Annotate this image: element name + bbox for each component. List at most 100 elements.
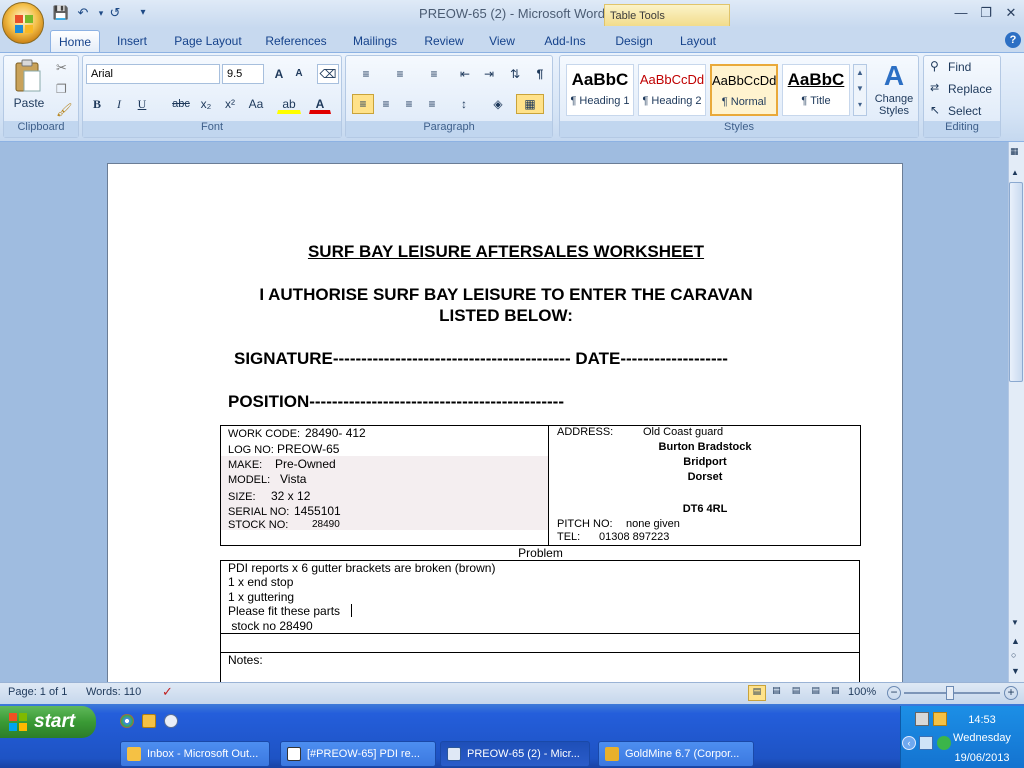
taskbar-item-goldmine[interactable]: GoldMine 6.7 (Corpor... xyxy=(598,741,754,767)
bold-button[interactable]: B xyxy=(86,94,108,114)
ruler-toggle-icon[interactable]: ▦ xyxy=(1010,146,1019,157)
line-spacing-icon[interactable]: ↕ xyxy=(450,94,478,114)
paste-button-label[interactable]: Paste xyxy=(10,96,48,110)
full-screen-reading-icon[interactable]: ▤ xyxy=(768,685,786,701)
style-normal[interactable]: AaBbCcDd ¶ Normal xyxy=(710,64,778,116)
tab-layout[interactable]: Layout xyxy=(672,30,724,52)
tab-design[interactable]: Design xyxy=(608,30,660,52)
replace-button[interactable]: Replace xyxy=(948,82,992,96)
style-name: ¶ Normal xyxy=(721,96,767,108)
taskbar-item-ticket[interactable]: [#PREOW-65] PDI re... xyxy=(280,741,436,767)
underline-button[interactable]: U xyxy=(131,94,153,114)
highlight-button[interactable]: ab xyxy=(277,94,301,114)
print-layout-icon[interactable]: ▤ xyxy=(748,685,766,701)
work-code-label: WORK CODE: xyxy=(228,428,301,440)
taskbar-item-label: PREOW-65 (2) - Micr... xyxy=(467,748,580,760)
outlook-quicklaunch-icon[interactable] xyxy=(142,714,156,728)
clear-formatting-icon[interactable]: ⌫ xyxy=(317,64,339,84)
style-title[interactable]: AaBbC ¶ Title xyxy=(782,64,850,116)
format-painter-icon[interactable]: 🖌 xyxy=(56,102,73,118)
decrease-indent-icon[interactable]: ⇤ xyxy=(454,64,476,84)
help-icon[interactable]: ? xyxy=(1005,32,1021,48)
minimize-icon[interactable]: — xyxy=(950,4,972,22)
taskbar-item-outlook[interactable]: Inbox - Microsoft Out... xyxy=(120,741,270,767)
tab-review[interactable]: Review xyxy=(418,30,470,52)
styles-gallery-scroll-icon[interactable]: ▲ ▼ ▾ xyxy=(853,64,867,116)
multilevel-list-icon[interactable]: ≡ xyxy=(420,64,448,84)
align-left-icon[interactable]: ≡ xyxy=(352,94,374,114)
change-styles-button[interactable]: Change Styles xyxy=(870,93,918,117)
strikethrough-button[interactable]: abc xyxy=(169,94,193,114)
borders-icon[interactable]: ▦ xyxy=(516,94,544,114)
model-label: MODEL: xyxy=(228,474,271,486)
align-right-icon[interactable]: ≡ xyxy=(398,94,420,114)
vertical-scroll-thumb[interactable] xyxy=(1009,182,1023,382)
change-styles-icon[interactable]: A xyxy=(872,60,916,91)
tab-insert[interactable]: Insert xyxy=(108,30,156,52)
restore-icon[interactable]: ❐ xyxy=(975,4,997,22)
proofing-icon[interactable]: ✓ xyxy=(162,684,173,700)
document-page[interactable]: SURF BAY LEISURE AFTERSALES WORKSHEET I … xyxy=(107,163,903,703)
next-page-icon[interactable]: ▼ xyxy=(1011,666,1020,676)
copy-icon[interactable]: ❐ xyxy=(56,82,67,96)
page-count[interactable]: Page: 1 of 1 xyxy=(8,686,67,698)
show-hidden-icons-icon[interactable]: ‹ xyxy=(902,736,916,750)
font-color-button[interactable]: A xyxy=(309,94,331,114)
printer-tray-icon[interactable] xyxy=(915,712,929,726)
tab-view[interactable]: View xyxy=(482,30,522,52)
paste-icon[interactable] xyxy=(12,59,44,95)
zoom-in-icon[interactable]: + xyxy=(1004,686,1018,700)
font-family-select[interactable]: Arial xyxy=(86,64,220,84)
change-case-button[interactable]: Aa xyxy=(243,94,269,114)
superscript-button[interactable]: x² xyxy=(219,94,241,114)
outline-icon[interactable]: ▤ xyxy=(807,685,825,701)
find-button[interactable]: Find xyxy=(948,60,971,74)
sort-icon[interactable]: ⇅ xyxy=(504,64,526,84)
zoom-level[interactable]: 100% xyxy=(848,686,876,698)
close-icon[interactable]: ✕ xyxy=(1000,4,1022,22)
show-marks-button[interactable]: ¶ xyxy=(530,64,550,84)
subscript-button[interactable]: x₂ xyxy=(195,94,217,114)
chrome-quicklaunch-icon[interactable] xyxy=(120,714,134,728)
word-count[interactable]: Words: 110 xyxy=(86,686,141,698)
shading-icon[interactable]: ◈ xyxy=(484,94,512,114)
tab-mailings[interactable]: Mailings xyxy=(346,30,404,52)
zoom-slider-thumb[interactable] xyxy=(946,686,954,700)
tab-home[interactable]: Home xyxy=(50,30,100,52)
clock-time[interactable]: 14:53 xyxy=(947,714,1017,726)
pitch-no-label: PITCH NO: xyxy=(557,518,613,530)
style-heading-1[interactable]: AaBbC ¶ Heading 1 xyxy=(566,64,634,116)
italic-button[interactable]: I xyxy=(108,94,130,114)
work-code-value: 28490- 412 xyxy=(305,426,366,440)
tab-page-layout[interactable]: Page Layout xyxy=(168,30,248,52)
draft-icon[interactable]: ▤ xyxy=(826,685,844,701)
cut-icon[interactable]: ✂ xyxy=(56,60,67,76)
previous-page-icon[interactable]: ▲ xyxy=(1011,636,1020,646)
scroll-down-icon[interactable]: ▼ xyxy=(1011,618,1019,627)
scroll-up-icon[interactable]: ▲ xyxy=(1011,168,1019,177)
font-size-select[interactable]: 9.5 xyxy=(222,64,264,84)
align-center-icon[interactable]: ≡ xyxy=(375,94,397,114)
tab-references[interactable]: References xyxy=(258,30,334,52)
size-value: 32 x 12 xyxy=(271,489,311,503)
browse-object-icon[interactable]: ○ xyxy=(1011,650,1016,660)
increase-indent-icon[interactable]: ⇥ xyxy=(478,64,500,84)
mail-tray-icon[interactable] xyxy=(933,712,947,726)
tab-add-ins[interactable]: Add-Ins xyxy=(536,30,594,52)
bullets-icon[interactable]: ≡ xyxy=(352,64,380,84)
style-heading-2[interactable]: AaBbCcDd ¶ Heading 2 xyxy=(638,64,706,116)
quicklaunch-icon[interactable] xyxy=(164,714,178,728)
grow-font-button[interactable]: A xyxy=(269,64,289,84)
web-layout-icon[interactable]: ▤ xyxy=(787,685,805,701)
taskbar-item-word[interactable]: PREOW-65 (2) - Micr... xyxy=(440,741,590,767)
network-tray-icon[interactable] xyxy=(919,736,933,750)
office-button[interactable] xyxy=(2,2,44,44)
select-button[interactable]: Select xyxy=(948,104,981,118)
tel-label: TEL: xyxy=(557,531,581,543)
address-line-3: Bridport xyxy=(683,456,727,468)
start-button[interactable]: start xyxy=(0,706,96,738)
zoom-out-icon[interactable]: − xyxy=(887,686,901,700)
numbering-icon[interactable]: ≡ xyxy=(386,64,414,84)
justify-icon[interactable]: ≡ xyxy=(421,94,443,114)
shrink-font-button[interactable]: A xyxy=(289,64,309,84)
